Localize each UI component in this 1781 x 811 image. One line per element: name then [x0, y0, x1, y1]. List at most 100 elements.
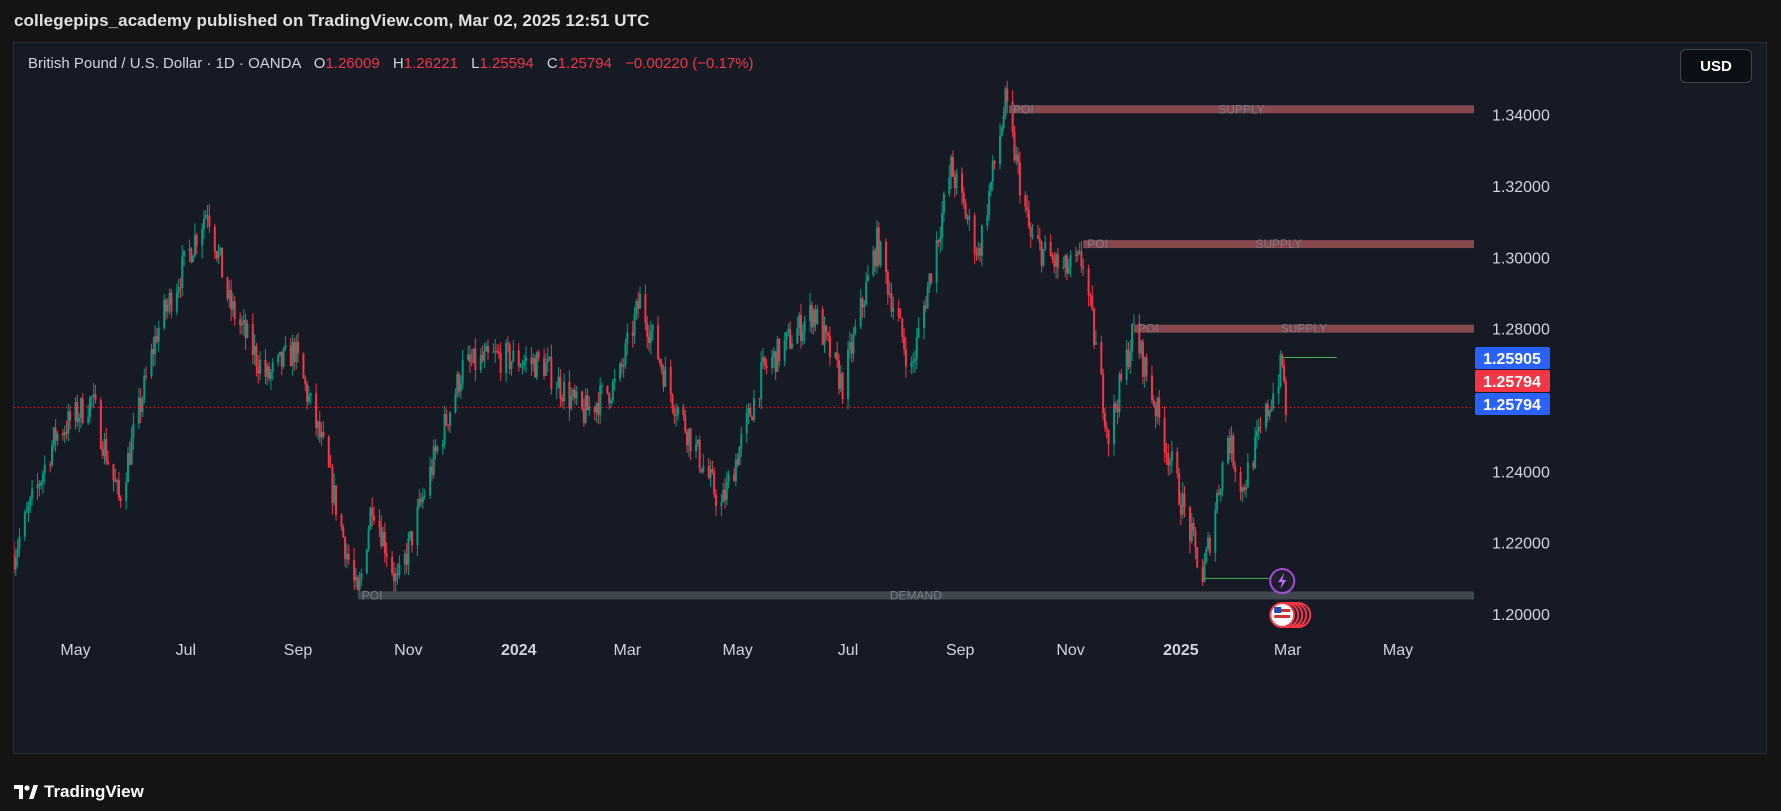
candle-body	[544, 362, 547, 376]
candle-body	[823, 325, 826, 345]
currency-button[interactable]: USD	[1680, 49, 1752, 83]
candle-body	[266, 366, 269, 377]
candle-body	[505, 343, 508, 374]
candle-body	[631, 332, 634, 336]
candle-body	[790, 343, 793, 349]
candle-body	[87, 417, 90, 423]
candle-body	[1065, 255, 1068, 274]
candle-body	[669, 366, 672, 395]
candle-body	[201, 228, 204, 246]
candle-body	[1076, 251, 1079, 256]
candle-body	[139, 397, 142, 413]
candle-body	[219, 247, 222, 251]
candle-body	[836, 352, 839, 361]
chart-area[interactable]: POI SUPPLY POI SUPPLY POI SUPPLY POI DEMAND 1.3…	[13, 42, 1767, 754]
candle-body	[259, 359, 262, 374]
candle-body	[702, 465, 705, 472]
candle-body	[403, 553, 406, 565]
candle-body	[673, 408, 676, 416]
candlestick-chart[interactable]: POI SUPPLY POI SUPPLY POI SUPPLY POI DEMAND 1.3…	[14, 43, 1767, 754]
candle-body	[1176, 451, 1179, 474]
candle-body	[204, 215, 207, 219]
candle-body	[1170, 451, 1173, 462]
candle-body	[837, 360, 840, 389]
candle-body	[269, 371, 272, 379]
candle-body	[573, 389, 576, 399]
lightning-icon	[1269, 568, 1296, 594]
candle-body	[980, 225, 983, 256]
candle-body	[733, 474, 736, 482]
candle-body	[700, 468, 703, 472]
candle-body	[559, 376, 562, 399]
candle-body	[635, 301, 638, 314]
candle-body	[322, 431, 325, 437]
candles-group	[14, 80, 1287, 596]
candle-body	[1038, 238, 1041, 243]
candle-body	[1140, 341, 1143, 354]
candle-body	[798, 315, 801, 329]
candle-body	[825, 325, 828, 333]
candle-body	[890, 293, 893, 312]
time-tick-label: Sep	[946, 642, 975, 659]
candle-body	[1000, 127, 1003, 136]
candle-body	[371, 507, 374, 516]
candle-body	[168, 292, 171, 305]
candle-body	[1284, 380, 1287, 416]
candle-body	[1255, 431, 1258, 437]
candle-body	[722, 489, 725, 503]
candle-body	[1281, 354, 1284, 365]
candle-body	[760, 362, 763, 400]
candle-body	[562, 381, 565, 402]
candle-body	[534, 357, 537, 378]
candle-body	[380, 527, 383, 547]
candle-body	[568, 381, 571, 409]
candle-body	[638, 293, 641, 309]
tradingview-logo-icon[interactable]	[14, 784, 38, 800]
candle-body	[915, 337, 918, 359]
candle-body	[964, 202, 967, 219]
candle-body	[94, 394, 97, 401]
published-header: collegepips_academy published on Trading…	[0, 0, 1781, 42]
candle-body	[763, 357, 766, 366]
candle-body	[467, 354, 470, 360]
candle-body	[257, 366, 260, 374]
footer-brand[interactable]: TradingView	[44, 782, 144, 802]
candle-body	[27, 506, 30, 511]
open-value: 1.26009	[325, 55, 380, 72]
candle-body	[441, 443, 444, 447]
candle-body	[295, 341, 298, 362]
candle-body	[543, 358, 546, 376]
candle-body	[854, 326, 857, 334]
candle-body	[114, 480, 117, 483]
candle-body	[137, 397, 140, 424]
candle-body	[624, 343, 627, 365]
candle-body	[179, 287, 182, 289]
candle-body	[850, 342, 853, 354]
candle-body	[1201, 567, 1204, 582]
candle-body	[903, 336, 906, 350]
candle-body	[745, 413, 748, 434]
candle-body	[1027, 210, 1030, 227]
candle-body	[61, 433, 64, 436]
candle-body	[861, 298, 864, 308]
candle-body	[483, 351, 486, 361]
candle-body	[154, 335, 157, 355]
candle-body	[1190, 523, 1193, 542]
candle-body	[810, 304, 813, 328]
candle-body	[49, 464, 52, 466]
candle-body	[973, 215, 976, 255]
candle-body	[1165, 452, 1168, 454]
candle-body	[1245, 487, 1248, 490]
candle-body	[644, 293, 647, 324]
candle-body	[365, 549, 368, 574]
candle-body	[989, 181, 992, 191]
candle-body	[537, 352, 540, 359]
candle-body	[926, 287, 929, 309]
zone-label-left: POI	[362, 588, 383, 602]
candle-body	[65, 432, 68, 434]
candle-body	[821, 309, 824, 345]
candle-body	[834, 352, 837, 358]
flag-canton	[1274, 607, 1282, 613]
time-tick-label: 2025	[1163, 642, 1199, 659]
candle-body	[36, 484, 39, 489]
